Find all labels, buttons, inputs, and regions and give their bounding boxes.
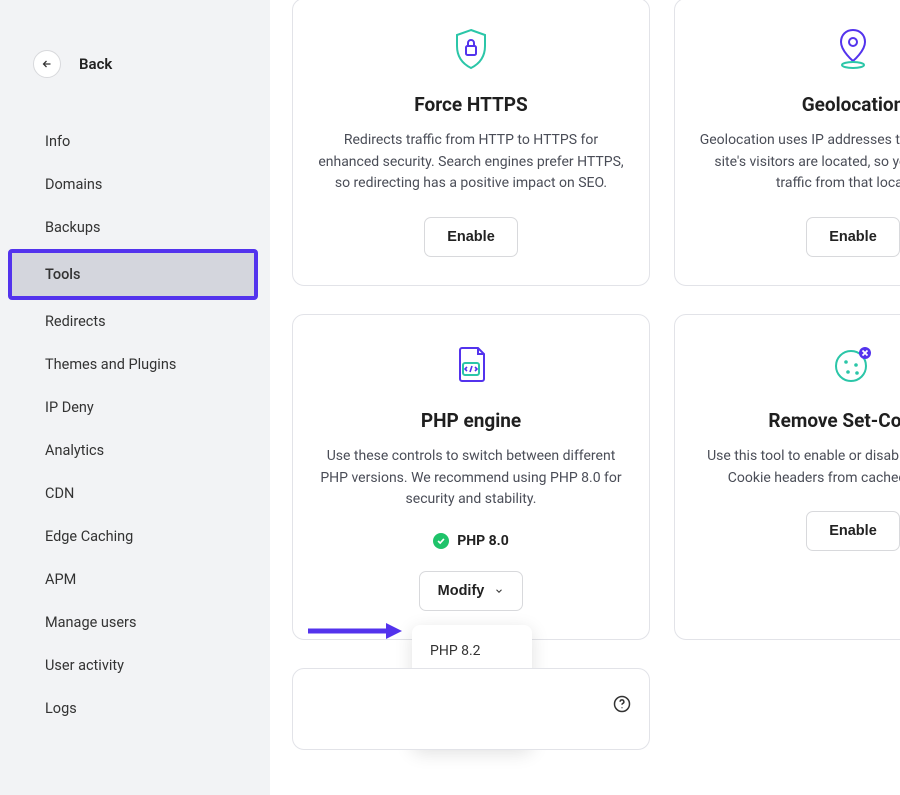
card-force-https: Force HTTPS Redirects traffic from HTTP … xyxy=(292,0,650,286)
back-label: Back xyxy=(79,55,112,73)
card-title: Force HTTPS xyxy=(414,93,527,116)
sidebar-item-ip-deny[interactable]: IP Deny xyxy=(8,386,258,429)
sidebar-item-backups[interactable]: Backups xyxy=(8,206,258,249)
dropdown-option[interactable]: PHP 8.2 xyxy=(412,633,532,669)
enable-button[interactable]: Enable xyxy=(806,511,900,551)
sidebar-item-themes-plugins[interactable]: Themes and Plugins xyxy=(8,343,258,386)
cookie-remove-icon xyxy=(832,343,874,387)
sidebar-item-edge-caching[interactable]: Edge Caching xyxy=(8,515,258,558)
sidebar-item-logs[interactable]: Logs xyxy=(8,687,258,730)
card-title: PHP engine xyxy=(421,409,521,432)
modify-button-label: Modify xyxy=(438,583,485,599)
sidebar-item-apm[interactable]: APM xyxy=(8,558,258,601)
arrow-left-icon xyxy=(41,58,53,70)
help-icon[interactable] xyxy=(613,695,631,717)
sidebar-item-cdn[interactable]: CDN xyxy=(8,472,258,515)
card-remove-set-cookie: Remove Set-Cookie Use this tool to enabl… xyxy=(674,314,900,640)
card-partial xyxy=(292,668,650,750)
enable-button[interactable]: Enable xyxy=(806,217,900,257)
annotation-arrow-icon xyxy=(306,622,402,644)
sidebar-item-manage-users[interactable]: Manage users xyxy=(8,601,258,644)
php-status: PHP 8.0 xyxy=(433,533,509,549)
card-title: Geolocation xyxy=(802,93,900,116)
card-description: Redirects traffic from HTTP to HTTPS for… xyxy=(315,130,627,195)
chevron-down-icon xyxy=(494,586,504,596)
card-description: Use this tool to enable or disable remov… xyxy=(697,446,900,489)
php-version-label: PHP 8.0 xyxy=(457,533,509,549)
card-description: Use these controls to switch between dif… xyxy=(315,446,627,511)
back-row: Back xyxy=(0,50,270,78)
sidebar: Back Info Domains Backups Tools Redirect… xyxy=(0,0,270,795)
card-geolocation: Geolocation Geolocation uses IP addresse… xyxy=(674,0,900,286)
sidebar-item-analytics[interactable]: Analytics xyxy=(8,429,258,472)
sidebar-item-tools[interactable]: Tools xyxy=(8,249,258,300)
card-php-engine: PHP engine Use these controls to switch … xyxy=(292,314,650,640)
sidebar-nav: Info Domains Backups Tools Redirects The… xyxy=(0,120,270,730)
back-button[interactable] xyxy=(33,50,61,78)
sidebar-item-info[interactable]: Info xyxy=(8,120,258,163)
enable-button[interactable]: Enable xyxy=(424,217,518,257)
check-circle-icon xyxy=(433,533,449,549)
sidebar-item-user-activity[interactable]: User activity xyxy=(8,644,258,687)
shield-lock-icon xyxy=(453,27,489,71)
main-content: Force HTTPS Redirects traffic from HTTP … xyxy=(270,0,900,795)
code-file-icon xyxy=(452,343,490,387)
location-pin-icon xyxy=(834,27,872,71)
card-title: Remove Set-Cookie xyxy=(768,409,900,432)
modify-button[interactable]: Modify xyxy=(419,571,524,611)
sidebar-item-redirects[interactable]: Redirects xyxy=(8,300,258,343)
card-description: Geolocation uses IP addresses to find wh… xyxy=(697,130,900,195)
sidebar-item-domains[interactable]: Domains xyxy=(8,163,258,206)
